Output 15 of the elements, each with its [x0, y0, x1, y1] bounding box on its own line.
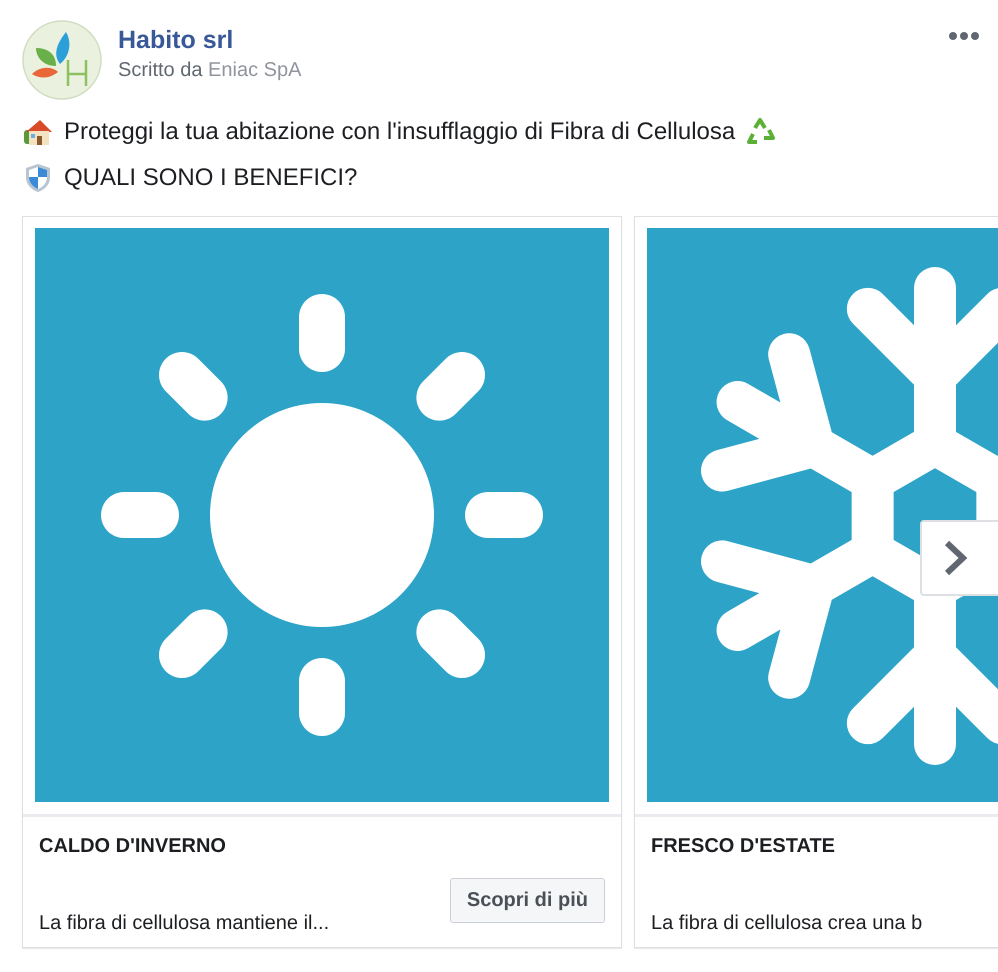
card-description: La fibra di cellulosa crea una b: [651, 912, 924, 935]
post-text: QUALI SONO I BENEFICI?: [64, 164, 358, 192]
post-text: Proteggi la tua abitazione con l'insufflaggio di Fibra di Cellulosa: [64, 118, 736, 146]
learn-more-button[interactable]: Scopri di più: [450, 878, 605, 923]
carousel-card[interactable]: FRESCO D'ESTATE La fibra di cellulosa crea una b: [634, 216, 998, 948]
more-options-icon[interactable]: [948, 30, 980, 42]
logo-avatar[interactable]: [22, 20, 102, 100]
author-line: Scritto da Eniac SpA: [118, 59, 302, 82]
card-description: La fibra di cellulosa mantiene il...: [39, 912, 330, 935]
card-title: CALDO D'INVERNO: [39, 835, 227, 859]
next-button[interactable]: [920, 520, 998, 596]
page-name-link[interactable]: Habito srl: [118, 26, 302, 55]
card-title: FRESCO D'ESTATE: [651, 835, 836, 859]
carousel-card[interactable]: CALDO D'INVERNO La fibra di cellulosa mantiene il... Scopri di più: [22, 216, 622, 948]
chevron-right-icon: [942, 539, 968, 577]
